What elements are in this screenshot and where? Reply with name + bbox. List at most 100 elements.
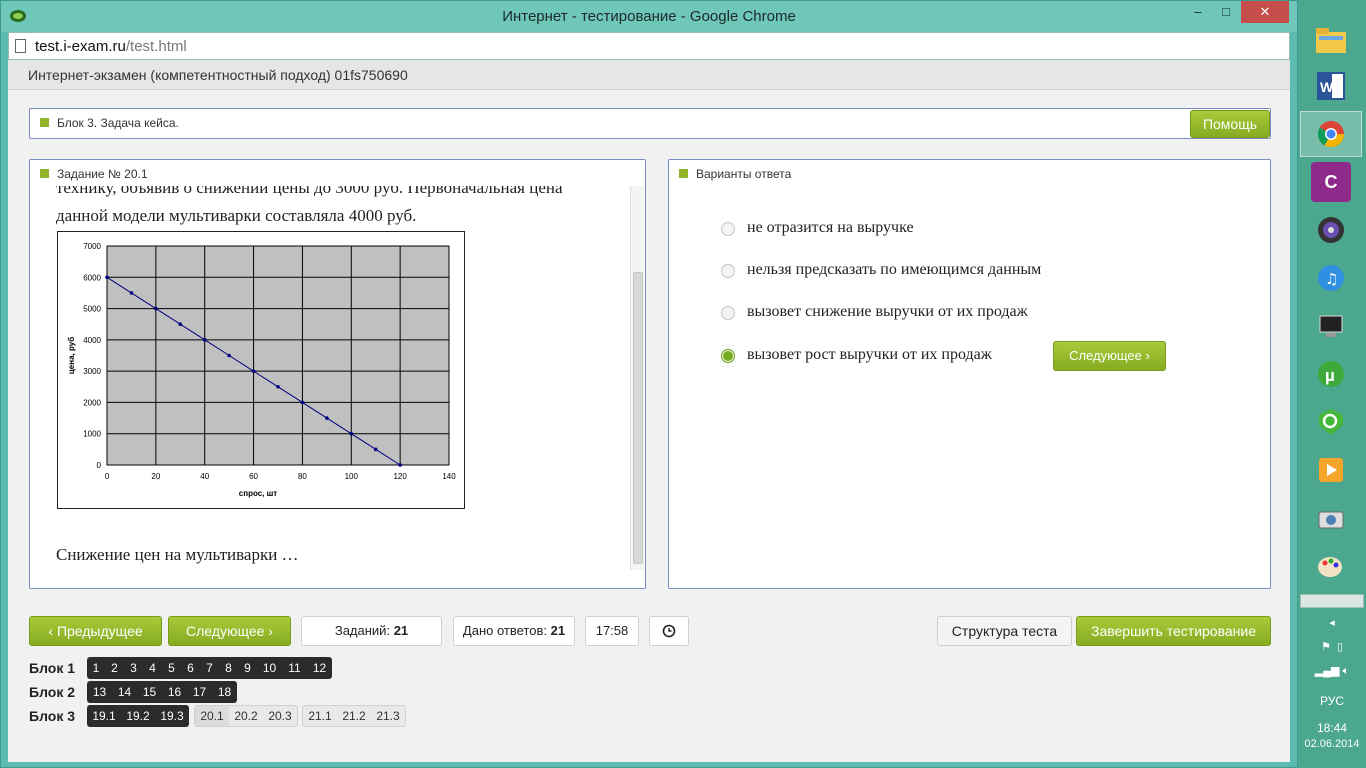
x-tick-label: 100 — [345, 472, 359, 481]
app-c-icon[interactable]: C — [1311, 162, 1351, 202]
tray-expand-icon[interactable]: ◂ — [1298, 616, 1366, 629]
case-block-title: Блок 3. Задача кейса. — [40, 116, 179, 130]
block1-questions: 1 2 3 4 5 6 7 8 9 10 11 12 — [87, 657, 332, 679]
camera-icon[interactable] — [1311, 498, 1351, 538]
question-nav-18[interactable]: 18 — [212, 681, 237, 703]
answer-option-label: нельзя предсказать по имеющимся данным — [747, 261, 1042, 278]
question-nav-15[interactable]: 15 — [137, 681, 162, 703]
answers-label: Варианты ответа — [696, 167, 792, 181]
data-point — [202, 338, 207, 342]
video-icon[interactable] — [1311, 450, 1351, 490]
url-host: test.i-exam.ru — [35, 38, 126, 55]
answers-title: Варианты ответа — [679, 167, 791, 181]
x-tick-label: 40 — [200, 472, 209, 481]
computer-icon[interactable] — [1311, 306, 1351, 346]
timer-toggle-button[interactable] — [649, 616, 689, 646]
tasks-label: Заданий: — [334, 623, 391, 638]
data-point — [300, 400, 305, 405]
radio-button[interactable] — [721, 222, 735, 236]
block3-group20: 20.1 20.2 20.3 — [194, 705, 298, 727]
question-nav-20-2[interactable]: 20.2 — [229, 706, 263, 726]
close-button[interactable]: ✕ — [1241, 1, 1289, 23]
question-nav-17[interactable]: 17 — [187, 681, 212, 703]
question-nav-11[interactable]: 11 — [282, 657, 307, 679]
radio-button[interactable] — [721, 306, 735, 320]
question-nav-7[interactable]: 7 — [200, 657, 219, 679]
question-nav-21-1[interactable]: 21.1 — [303, 706, 337, 726]
file-explorer-icon[interactable] — [1311, 20, 1351, 60]
minimize-button[interactable]: – — [1184, 1, 1212, 23]
next-button[interactable]: Следующее › — [168, 616, 291, 646]
question-nav-6[interactable]: 6 — [181, 657, 200, 679]
question-nav-14[interactable]: 14 — [112, 681, 137, 703]
y-tick-label: 1000 — [83, 430, 101, 439]
question-nav-16[interactable]: 16 — [162, 681, 187, 703]
task-title: Задание № 20.1 — [40, 167, 148, 181]
task-scrollbar[interactable] — [630, 186, 644, 570]
question-nav-19-2[interactable]: 19.2 — [121, 705, 155, 727]
y-tick-label: 0 — [97, 461, 102, 470]
radio-button[interactable] — [721, 264, 735, 278]
finish-test-button[interactable]: Завершить тестирование — [1076, 616, 1271, 646]
question-nav-21-2[interactable]: 21.2 — [337, 706, 371, 726]
test-structure-button[interactable]: Структура теста — [937, 616, 1072, 646]
radio-button-selected[interactable] — [721, 349, 735, 363]
y-tick-label: 7000 — [83, 242, 101, 251]
search-tool-icon[interactable] — [1311, 402, 1351, 442]
language-indicator[interactable]: РУС — [1298, 694, 1366, 708]
task-text-line1: технику, объявив о снижении цены до 3000… — [56, 186, 563, 197]
x-tick-label: 60 — [249, 472, 258, 481]
answer-option-label: не отразится на выручке — [747, 219, 914, 236]
data-point — [373, 447, 378, 452]
question-nav-12[interactable]: 12 — [307, 657, 332, 679]
question-nav-21-3[interactable]: 21.3 — [371, 706, 405, 726]
question-nav-4[interactable]: 4 — [143, 657, 162, 679]
question-nav-2[interactable]: 2 — [105, 657, 124, 679]
block3-label: Блок 3 — [29, 708, 76, 724]
question-nav-20-1[interactable]: 20.1 — [195, 706, 229, 726]
question-nav-10[interactable]: 10 — [257, 657, 282, 679]
maximize-button[interactable]: □ — [1212, 1, 1240, 23]
volume-icon[interactable]: 🔈︎ — [1343, 665, 1350, 677]
word-icon[interactable]: W — [1311, 66, 1351, 106]
y-tick-label: 5000 — [83, 305, 101, 314]
address-bar[interactable]: test.i-exam.ru/test.html — [8, 32, 1290, 60]
answers-panel: Варианты ответа не отразится на выручке … — [668, 159, 1271, 589]
block2-questions: 13 14 15 16 17 18 — [87, 681, 237, 703]
next-label: Следующее — [186, 623, 265, 639]
url-text[interactable]: test.i-exam.ru/test.html — [35, 38, 187, 55]
help-button[interactable]: Помощь — [1190, 110, 1270, 138]
title-bar[interactable]: Интернет - тестирование - Google Chrome … — [1, 1, 1297, 32]
answer-option-label: вызовет снижение выручки от их продаж — [747, 303, 1028, 320]
question-nav-13[interactable]: 13 — [87, 681, 112, 703]
question-nav-19-1[interactable]: 19.1 — [87, 705, 121, 727]
question-nav-9[interactable]: 9 — [238, 657, 257, 679]
paint-icon[interactable] — [1311, 546, 1351, 586]
network-icon[interactable]: ▂▄▆ — [1315, 665, 1340, 677]
clock-time[interactable]: 18:44 — [1298, 721, 1366, 735]
prev-button[interactable]: ‹ Предыдущее — [29, 616, 162, 646]
taskbar-scroll-strip[interactable] — [1300, 594, 1364, 608]
question-nav-1[interactable]: 1 — [87, 657, 105, 679]
question-nav-5[interactable]: 5 — [162, 657, 181, 679]
question-nav-20-3[interactable]: 20.3 — [263, 706, 297, 726]
bullet-icon — [679, 169, 688, 178]
chrome-icon[interactable] — [1311, 114, 1351, 154]
clock-date[interactable]: 02.06.2014 — [1298, 738, 1366, 750]
media-player-icon[interactable] — [1311, 210, 1351, 250]
page-icon — [15, 39, 26, 53]
question-nav-19-3[interactable]: 19.3 — [155, 705, 189, 727]
scrollbar-thumb[interactable] — [633, 272, 643, 564]
task-number: Задание № 20.1 — [57, 167, 148, 181]
itunes-icon[interactable]: ♫ — [1311, 258, 1351, 298]
question-nav-8[interactable]: 8 — [219, 657, 238, 679]
battery-icon[interactable]: ▯ — [1337, 641, 1343, 653]
question-nav-3[interactable]: 3 — [124, 657, 143, 679]
data-point — [178, 322, 183, 327]
bullet-icon — [40, 169, 49, 178]
task-content[interactable]: технику, объявив о снижении цены до 3000… — [30, 186, 630, 570]
answer-next-button[interactable]: Следующее › — [1053, 341, 1166, 371]
timer: 17:58 — [585, 616, 639, 646]
flag-icon[interactable]: ⚑ — [1321, 641, 1331, 653]
utorrent-icon[interactable]: µ — [1311, 354, 1351, 394]
